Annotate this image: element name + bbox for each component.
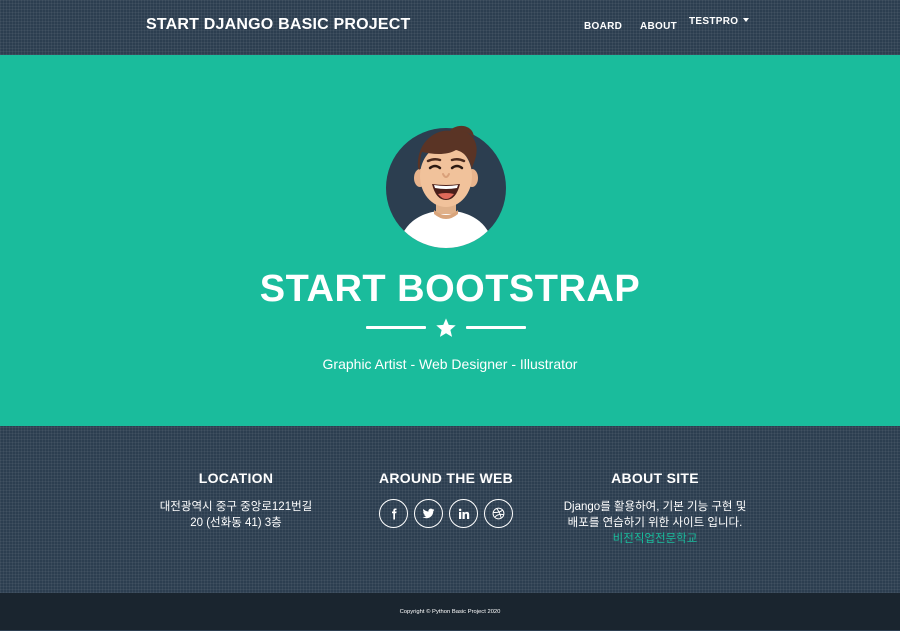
copyright-bar: Copyright © Python Basic Project 2020 xyxy=(0,593,900,630)
location-title: LOCATION xyxy=(198,470,274,486)
star-icon xyxy=(436,318,456,337)
about-site-line2: 배포를 연습하기 위한 사이트 입니다. xyxy=(567,517,743,529)
linkedin-button[interactable] xyxy=(449,499,478,528)
twitter-button[interactable] xyxy=(414,499,443,528)
divider-line-right xyxy=(466,326,526,329)
location-address-line1: 대전광역시 중구 중앙로121번길 xyxy=(159,501,313,513)
facebook-icon xyxy=(391,508,397,519)
copyright-text: Copyright © Python Basic Project 2020 xyxy=(399,609,501,615)
dribbble-icon xyxy=(492,507,505,520)
masthead-subheading: Graphic Artist - Web Designer - Illustra… xyxy=(322,356,578,372)
brand-link[interactable]: START DJANGO BASIC PROJECT xyxy=(146,16,410,34)
user-menu-label: TESTPRO xyxy=(689,16,739,27)
about-site-title: ABOUT SITE xyxy=(611,470,699,486)
footer-about: ABOUT SITE Django를 활용하여, 기본 기능 구현 및 배포를 … xyxy=(550,470,760,547)
linkedin-icon xyxy=(458,508,469,519)
navbar: START DJANGO BASIC PROJECT BOARD ABOUT T… xyxy=(0,0,900,55)
nav-board-link[interactable]: BOARD xyxy=(584,21,622,32)
location-address: 대전광역시 중구 중앙로121번길 20 (선화동 41) 3층 xyxy=(146,499,326,531)
masthead: START BOOTSTRAP Graphic Artist - Web Des… xyxy=(0,55,900,426)
divider-line-left xyxy=(366,326,426,329)
about-school-link[interactable]: 비전직업전문학교 xyxy=(613,533,698,545)
user-menu-dropdown[interactable]: TESTPRO xyxy=(689,16,750,27)
avatar-illustration xyxy=(386,122,506,248)
facebook-button[interactable] xyxy=(379,499,408,528)
about-site-text: Django를 활용하여, 기본 기능 구현 및 배포를 연습하기 위한 사이트… xyxy=(550,499,760,547)
star-divider xyxy=(366,317,526,339)
dribbble-button[interactable] xyxy=(484,499,513,528)
masthead-heading: START BOOTSTRAP xyxy=(259,268,641,310)
around-web-title: AROUND THE WEB xyxy=(378,470,514,486)
location-address-line2: 20 (선화동 41) 3층 xyxy=(190,517,282,529)
social-links xyxy=(356,499,536,528)
nav-about-link[interactable]: ABOUT xyxy=(640,21,677,32)
footer-around-web: AROUND THE WEB xyxy=(356,470,536,528)
footer: LOCATION 대전광역시 중구 중앙로121번길 20 (선화동 41) 3… xyxy=(0,426,900,593)
footer-location: LOCATION 대전광역시 중구 중앙로121번길 20 (선화동 41) 3… xyxy=(146,470,326,531)
twitter-icon xyxy=(422,508,435,519)
caret-down-icon xyxy=(743,18,750,22)
about-site-line1: Django를 활용하여, 기본 기능 구현 및 xyxy=(563,501,747,513)
